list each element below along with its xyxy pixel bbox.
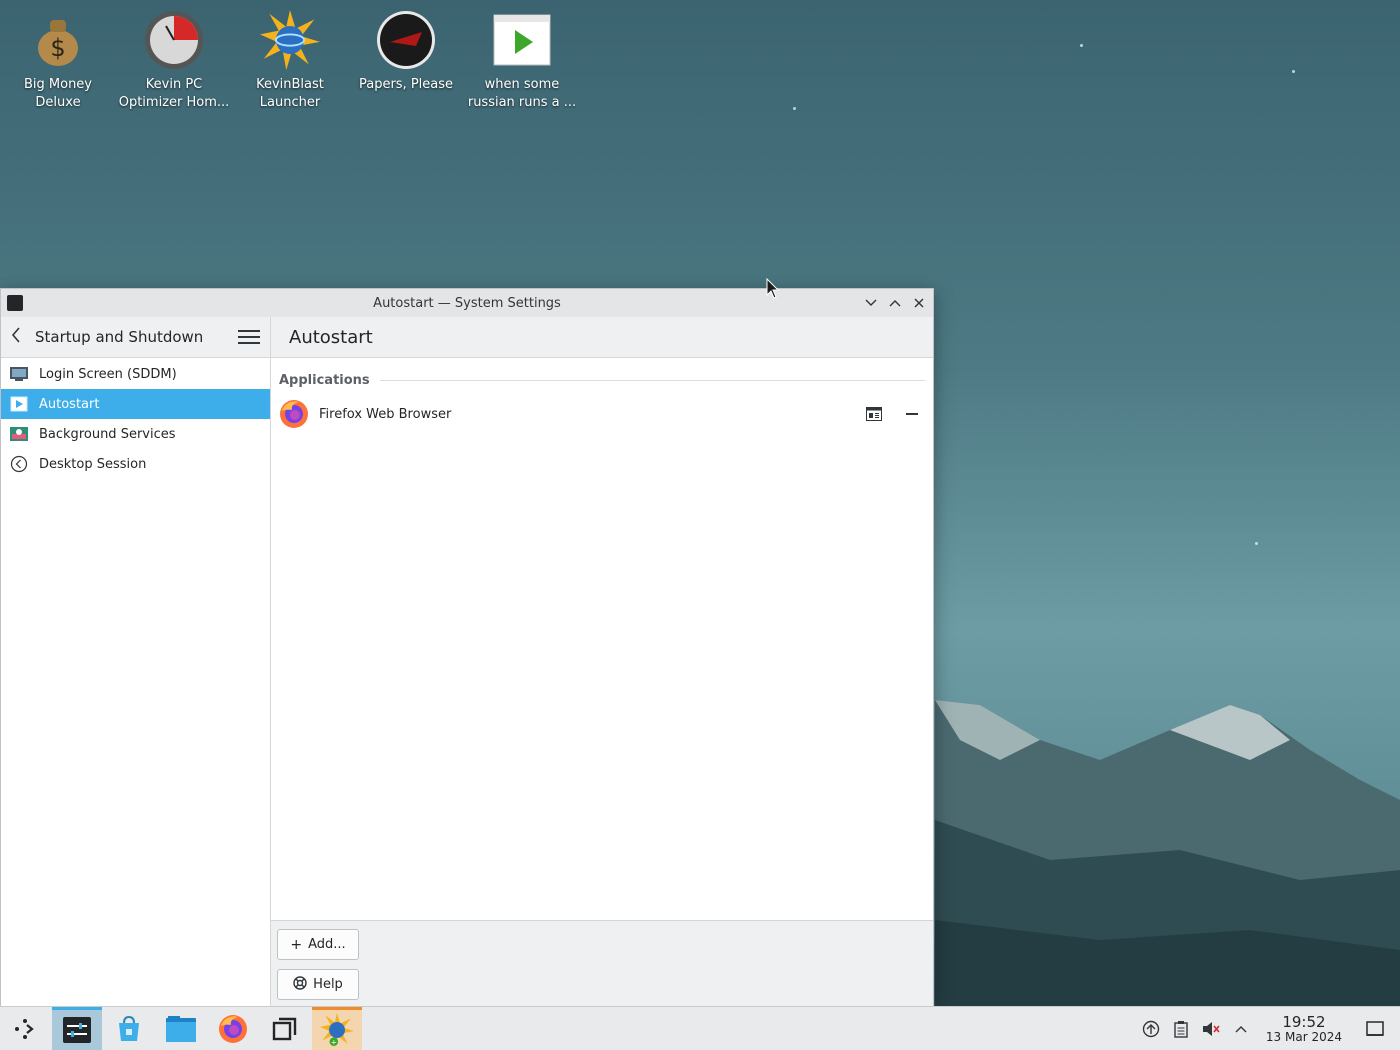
clipboard-icon[interactable] [1166, 1014, 1196, 1044]
page-title: Autostart [289, 326, 373, 348]
star [793, 107, 796, 110]
monitor-icon [9, 365, 29, 383]
section-header: Applications [279, 370, 925, 390]
chevron-left-icon [11, 327, 20, 343]
discover-icon [119, 1015, 139, 1041]
app-name: Firefox Web Browser [319, 406, 452, 422]
taskbar-overview[interactable] [260, 1007, 310, 1050]
close-icon [914, 298, 924, 308]
sidebar-item-login-screen[interactable]: Login Screen (SDDM) [1, 359, 270, 389]
desktop-icon-papers-please[interactable]: Papers, Please [348, 8, 464, 94]
chevron-up-icon[interactable] [1226, 1014, 1256, 1044]
launcher-icon [15, 1018, 34, 1039]
taskbar: + 19:52 13 Mar 2024 [0, 1006, 1400, 1050]
desktop-icon-big-money-deluxe[interactable]: $ Big Money Deluxe [0, 8, 116, 112]
services-icon [9, 425, 29, 443]
window-titlebar[interactable]: Autostart — System Settings [1, 289, 933, 317]
taskbar-firefox[interactable] [208, 1007, 258, 1050]
category-title: Startup and Shutdown [35, 328, 204, 346]
svg-text:+: + [331, 1037, 337, 1046]
sidebar: Login Screen (SDDM) Autostart Background… [1, 358, 271, 1006]
firefox-icon [280, 400, 308, 428]
plus-icon: + [290, 936, 303, 953]
sidebar-header: Startup and Shutdown [1, 317, 271, 357]
star [1255, 542, 1258, 545]
sidebar-item-label: Background Services [39, 426, 176, 442]
help-button[interactable]: Help [277, 969, 359, 1000]
taskbar-file-manager[interactable] [156, 1007, 206, 1050]
taskbar-discover[interactable] [104, 1007, 154, 1050]
money-bag-icon: $ [28, 8, 88, 72]
overview-icon [272, 1017, 297, 1040]
desktop-icon-label: KevinBlast Launcher [256, 77, 324, 110]
star [1292, 70, 1295, 73]
sidebar-item-label: Desktop Session [39, 456, 147, 472]
desktop-icon-label: Papers, Please [358, 77, 454, 92]
desktop-icon-label: Big Money Deluxe [23, 77, 92, 110]
help-button-label: Help [313, 977, 343, 992]
maximize-button[interactable] [885, 293, 905, 313]
globe-starburst-icon [260, 8, 320, 72]
sidebar-item-autostart[interactable]: Autostart [1, 389, 270, 419]
add-button[interactable]: + Add... [277, 929, 359, 960]
firefox-icon [219, 1014, 247, 1043]
volume-muted-icon[interactable] [1196, 1014, 1226, 1044]
properties-icon [866, 407, 882, 421]
minimize-button[interactable] [861, 293, 881, 313]
kevinblast-icon: + [320, 1013, 354, 1047]
system-tray: 19:52 13 Mar 2024 [1136, 1007, 1400, 1050]
desktop-icon-video[interactable]: when some russian runs a ... [464, 8, 580, 112]
video-play-icon [492, 8, 552, 72]
desktop-icon-kevin-pc-optimizer[interactable]: Kevin PC Optimizer Hom... [116, 8, 232, 112]
system-settings-window: Autostart — System Settings Startup and … [0, 288, 934, 1006]
svg-text:$: $ [50, 34, 65, 62]
digital-clock[interactable]: 19:52 13 Mar 2024 [1266, 1014, 1342, 1044]
help-icon [293, 975, 307, 994]
taskbar-kevinblast[interactable]: + [312, 1006, 362, 1050]
desktop-icon-kevinblast-launcher[interactable]: KevinBlast Launcher [232, 8, 348, 112]
main-panel: Applications Firefox Web Browser + Add..… [271, 358, 933, 1006]
papers-please-icon [376, 8, 436, 72]
minus-icon [906, 413, 918, 415]
star [1080, 44, 1083, 47]
properties-button[interactable] [861, 401, 887, 427]
close-button[interactable] [909, 293, 929, 313]
show-desktop-icon [1366, 1021, 1384, 1036]
back-button[interactable] [11, 327, 29, 347]
sidebar-item-desktop-session[interactable]: Desktop Session [1, 449, 270, 479]
speedometer-icon [144, 8, 204, 72]
settings-toolbar: Startup and Shutdown Autostart [1, 317, 933, 358]
session-icon [9, 455, 29, 473]
file-manager-icon [166, 1015, 196, 1042]
remove-button[interactable] [899, 401, 925, 427]
taskbar-system-settings[interactable] [52, 1006, 102, 1050]
chevron-up-icon [889, 300, 901, 307]
system-settings-icon [63, 1017, 91, 1043]
clock-date: 13 Mar 2024 [1265, 1030, 1342, 1044]
update-notifier-icon[interactable] [1136, 1014, 1166, 1044]
sidebar-item-label: Login Screen (SDDM) [39, 366, 177, 382]
list-item[interactable]: Firefox Web Browser [279, 394, 925, 434]
add-button-label: Add... [308, 937, 346, 952]
window-title: Autostart — System Settings [373, 295, 561, 311]
show-desktop-button[interactable] [1360, 1014, 1390, 1044]
mouse-cursor-icon [766, 278, 780, 299]
sidebar-item-background-services[interactable]: Background Services [1, 419, 270, 449]
chevron-down-icon [865, 299, 877, 306]
play-icon [9, 395, 29, 413]
footer-bar: + Add... Help [271, 920, 933, 1006]
section-title: Applications [279, 372, 370, 388]
application-launcher-button[interactable] [0, 1007, 50, 1050]
desktop-icon-label: Kevin PC Optimizer Hom... [118, 77, 230, 110]
desktop-icon-label: when some russian runs a ... [467, 77, 577, 110]
system-settings-icon[interactable] [7, 295, 23, 311]
hamburger-menu-button[interactable] [238, 326, 260, 348]
sidebar-item-label: Autostart [39, 396, 100, 412]
clock-time: 19:52 [1282, 1013, 1326, 1031]
